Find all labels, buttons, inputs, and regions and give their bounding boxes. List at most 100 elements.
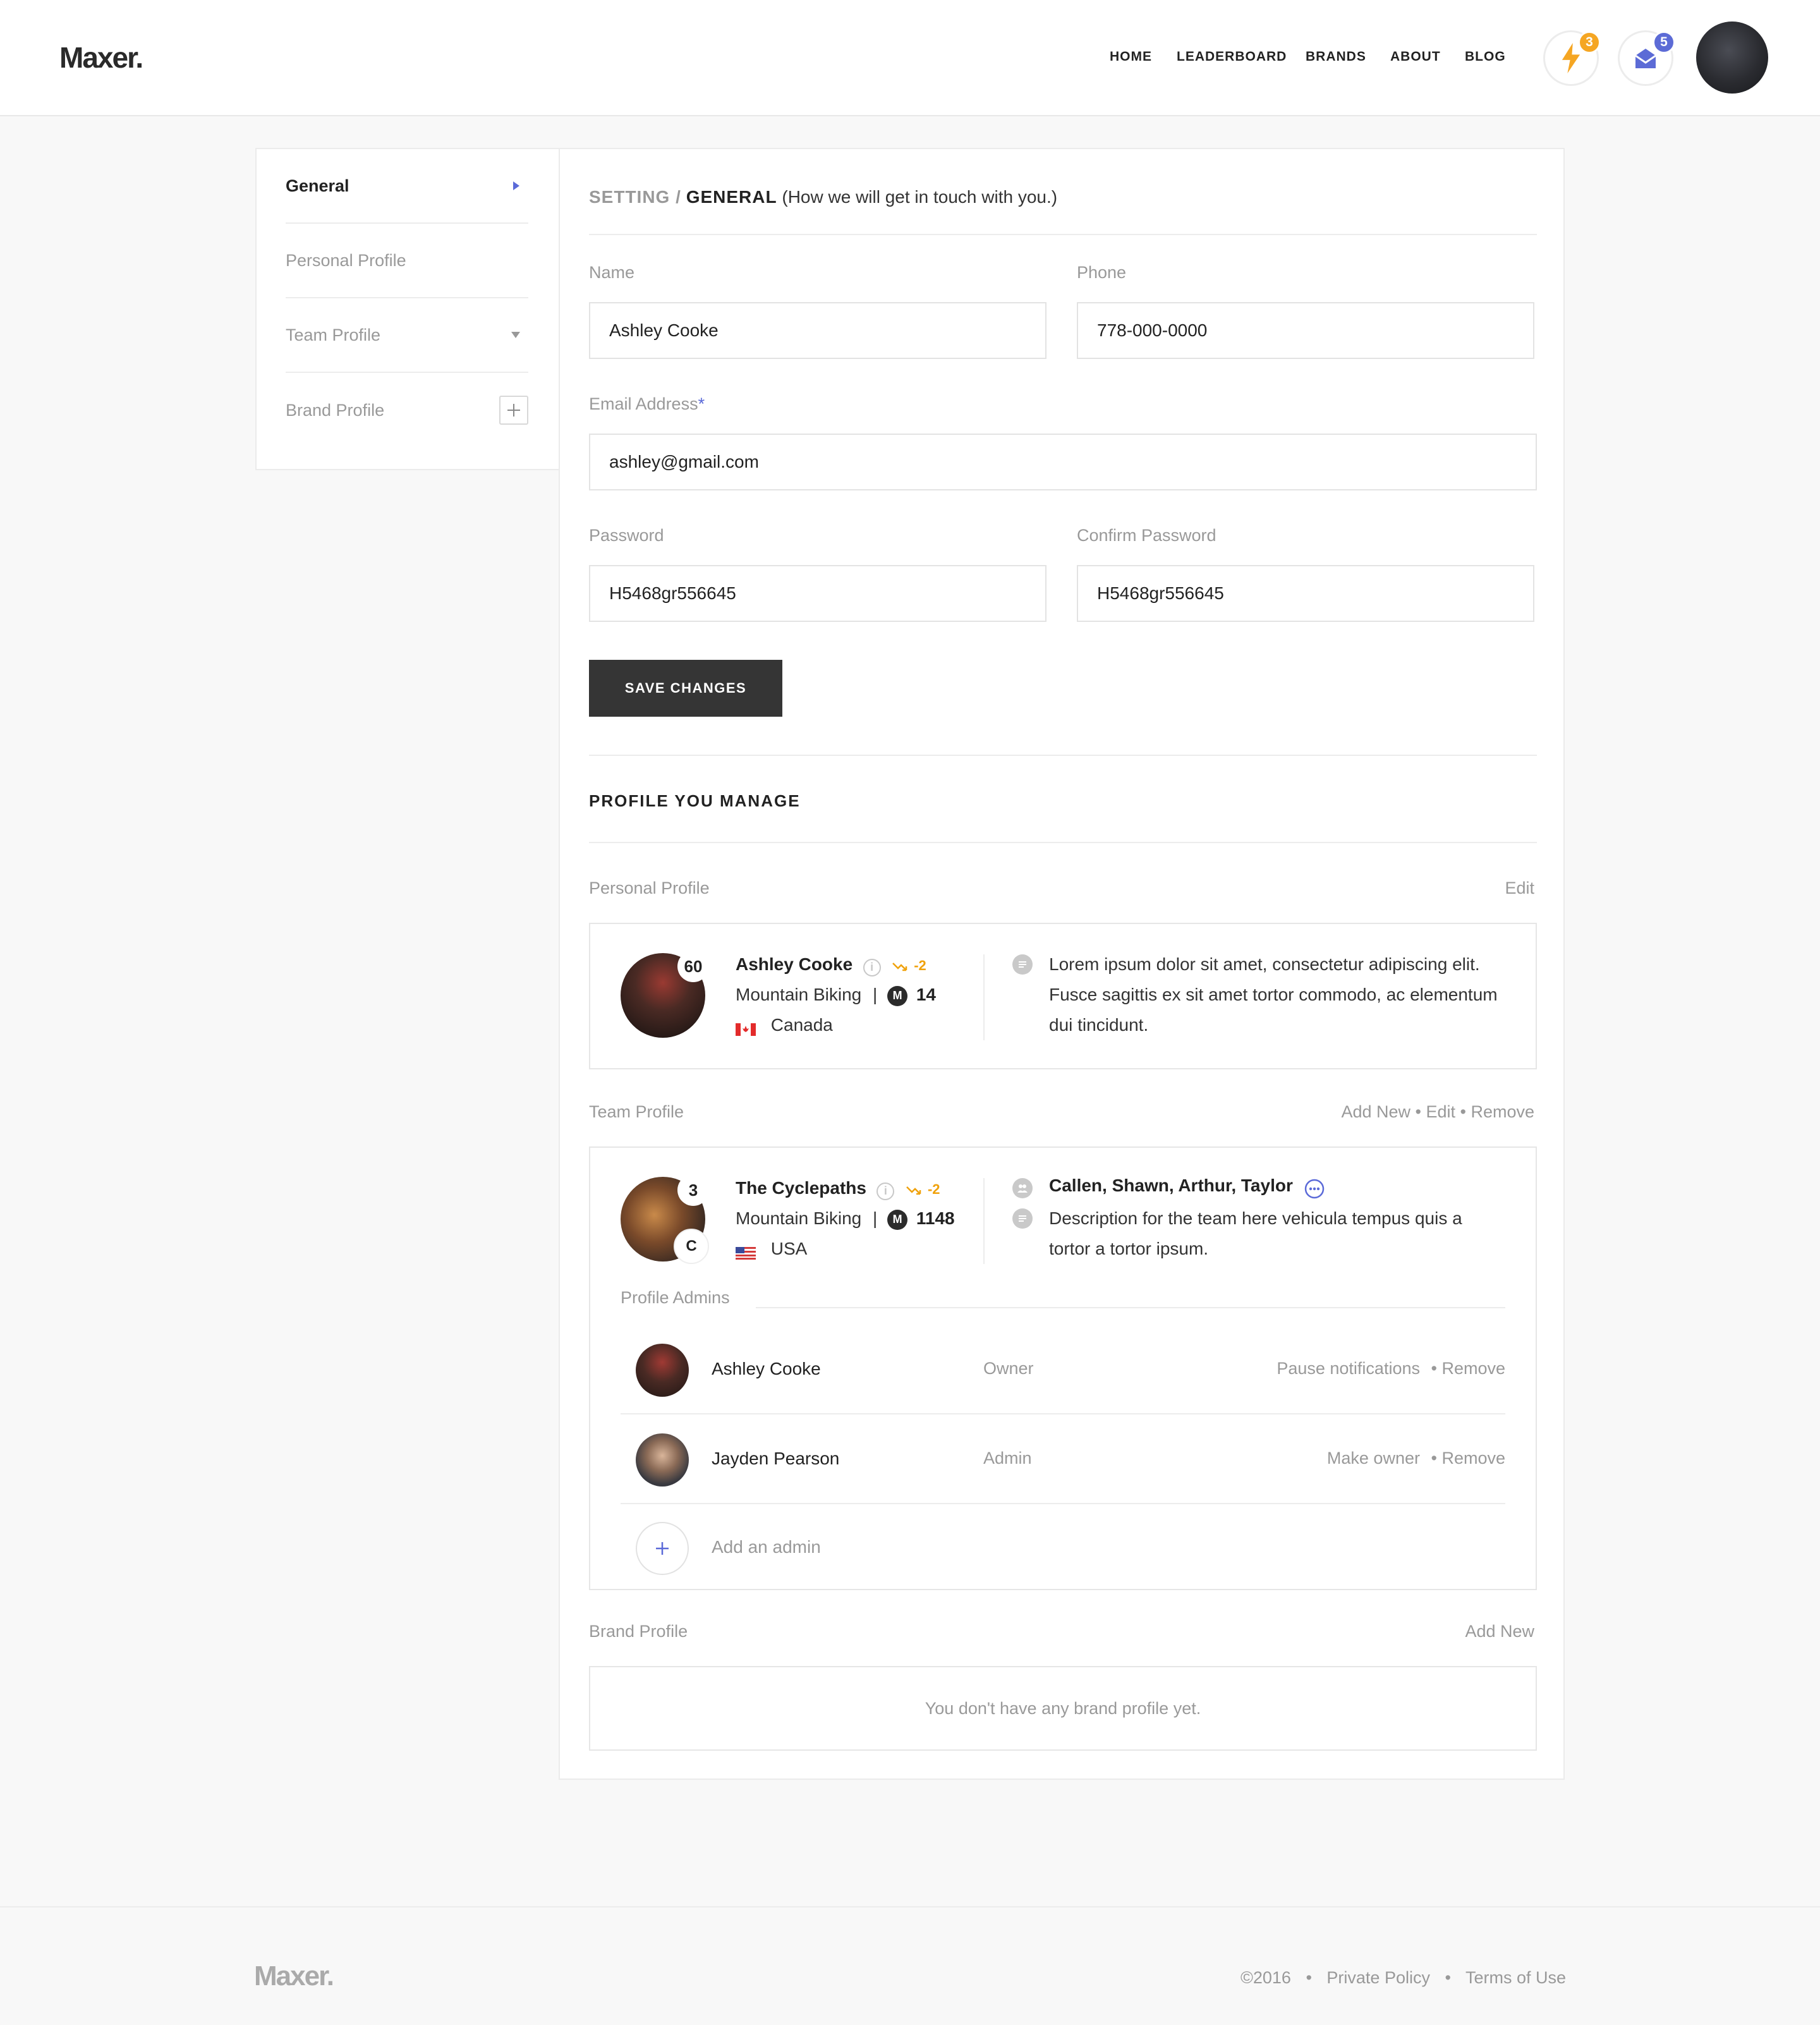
sidebar-item-team-profile[interactable]: Team Profile [286, 298, 528, 373]
rank-badge: 3 [677, 1174, 709, 1206]
plus-icon [507, 404, 520, 417]
team-country: USA [770, 1239, 808, 1258]
divider [621, 1413, 1505, 1414]
add-admin-button[interactable] [636, 1522, 689, 1575]
sidebar-item-personal-profile[interactable]: Personal Profile [286, 224, 528, 298]
breadcrumb: SETTING / GENERAL (How we will get in to… [589, 187, 1057, 207]
sidebar-item-label: General [286, 176, 349, 195]
required-mark: * [698, 394, 705, 413]
confirm-password-label: Confirm Password [1077, 526, 1216, 545]
logo[interactable]: Maxer. [59, 40, 143, 75]
edit-personal-profile-link[interactable]: Edit [1505, 879, 1534, 898]
confirm-password-input[interactable] [1077, 565, 1534, 622]
nav-leaderboard[interactable]: LEADERBOARD [1177, 49, 1287, 64]
team-brand-logo: C [674, 1229, 709, 1264]
save-changes-button[interactable]: SAVE CHANGES [589, 660, 782, 717]
trend-value: -2 [914, 958, 926, 973]
user-avatar[interactable] [1696, 21, 1768, 94]
make-owner-link[interactable]: Make owner [1327, 1449, 1420, 1468]
remove-admin-link[interactable]: • Remove [1431, 1449, 1506, 1468]
sidebar-item-general[interactable]: General [286, 149, 528, 224]
section-title: PROFILE YOU MANAGE [589, 791, 801, 810]
divider [589, 755, 1537, 756]
add-brand-profile-link[interactable]: Add New [1465, 1622, 1534, 1641]
more-members-button[interactable] [1304, 1179, 1325, 1199]
team-name[interactable]: The Cyclepaths [736, 1178, 866, 1198]
rank-badge: 60 [677, 951, 709, 982]
usa-flag-icon [736, 1244, 756, 1260]
separator: | [873, 985, 878, 1004]
team-profile-card: 3 C The Cyclepaths i -2 Mountain Biking … [589, 1146, 1537, 1590]
notifications-badge: 3 [1578, 31, 1601, 54]
bio-line: Fusce sagittis ex sit amet tortor commod… [1049, 985, 1498, 1004]
email-label: Email Address* [589, 394, 705, 414]
sidebar-item-label: Personal Profile [286, 250, 406, 270]
breadcrumb-current: GENERAL [686, 187, 777, 207]
profile-avatar[interactable]: 60 [621, 951, 709, 1038]
name-input[interactable] [589, 302, 1046, 359]
team-members: Callen, Shawn, Arthur, Taylor [1049, 1176, 1293, 1195]
team-sport: Mountain Biking [736, 1208, 862, 1228]
admin-avatar [636, 1433, 689, 1487]
breadcrumb-note: (How we will get in touch with you.) [782, 187, 1058, 207]
bio-line: dui tincidunt. [1049, 1015, 1149, 1035]
team-sport-row: Mountain Biking | M 1148 [736, 1208, 955, 1230]
description-line: Description for the team here vehicula t… [1049, 1208, 1462, 1228]
admin-row: Jayden Pearson Admin Make owner • Remove [621, 1416, 1505, 1504]
footer-logo[interactable]: Maxer. [254, 1961, 334, 1992]
phone-input[interactable] [1077, 302, 1534, 359]
add-brand-button[interactable] [499, 396, 528, 425]
email-input[interactable] [589, 434, 1537, 490]
description-line: tortor a tortor ipsum. [1049, 1239, 1209, 1258]
footer-links: ©2016 • Private Policy • Terms of Use [1241, 1968, 1566, 1988]
terms-of-use-link[interactable]: Terms of Use [1465, 1968, 1566, 1987]
add-admin-label[interactable]: Add an admin [712, 1537, 821, 1557]
team-name-row: The Cyclepaths i -2 [736, 1178, 940, 1200]
profile-name[interactable]: Ashley Cooke [736, 954, 852, 974]
admin-actions: Make owner • Remove [1327, 1449, 1505, 1468]
nav-about[interactable]: ABOUT [1390, 49, 1441, 64]
password-input[interactable] [589, 565, 1046, 622]
personal-profile-card: 60 Ashley Cooke i -2 Mountain Biking | M… [589, 923, 1537, 1069]
admin-role: Owner [983, 1359, 1034, 1378]
caret-down-icon [511, 332, 520, 338]
privacy-policy-link[interactable]: Private Policy [1326, 1968, 1430, 1987]
info-icon[interactable]: i [863, 958, 881, 976]
info-icon[interactable]: i [877, 1182, 895, 1200]
phone-label: Phone [1077, 263, 1127, 282]
pause-notifications-link[interactable]: Pause notifications [1277, 1359, 1420, 1378]
admin-role: Admin [983, 1449, 1032, 1468]
plus-icon [656, 1542, 669, 1555]
trend-down-icon [906, 1186, 921, 1195]
admin-name: Ashley Cooke [712, 1359, 821, 1378]
trend-indicator: -2 [892, 958, 926, 973]
profile-sport: Mountain Biking [736, 985, 862, 1004]
bio-line: Lorem ipsum dolor sit amet, consectetur … [1049, 954, 1480, 974]
profile-sport-row: Mountain Biking | M 14 [736, 985, 936, 1006]
nav-home[interactable]: HOME [1110, 49, 1152, 64]
brand-profile-empty-card: You don't have any brand profile yet. [589, 1666, 1537, 1751]
sidebar-item-brand-profile[interactable]: Brand Profile [286, 373, 528, 447]
envelope-open-icon [1635, 49, 1656, 68]
sidebar-item-label: Brand Profile [286, 400, 385, 420]
maxer-score-icon: M [887, 985, 908, 1006]
brand-profile-label: Brand Profile [589, 1622, 688, 1641]
nav-brands[interactable]: BRANDS [1306, 49, 1366, 64]
breadcrumb-root[interactable]: SETTING / [589, 187, 681, 207]
maxer-score-icon: M [887, 1209, 908, 1230]
team-avatar[interactable]: 3 C [621, 1174, 709, 1264]
maxer-score: 14 [916, 985, 937, 1004]
profile-name-row: Ashley Cooke i -2 [736, 954, 926, 976]
nav-blog[interactable]: BLOG [1465, 49, 1506, 64]
top-header: Maxer. HOME LEADERBOARD BRANDS ABOUT BLO… [0, 0, 1820, 116]
remove-admin-link[interactable]: • Remove [1431, 1359, 1506, 1378]
profile-country: Canada [770, 1015, 833, 1035]
team-profile-actions[interactable]: Add New • Edit • Remove [1341, 1102, 1534, 1122]
messages-button[interactable]: 5 [1618, 30, 1675, 86]
notifications-button[interactable]: 3 [1543, 30, 1601, 86]
admin-row: Ashley Cooke Owner Pause notifications •… [621, 1326, 1505, 1414]
divider [983, 1178, 985, 1264]
add-admin-row[interactable]: Add an admin [621, 1504, 1505, 1593]
copyright: ©2016 [1240, 1968, 1291, 1987]
team-members-row: Callen, Shawn, Arthur, Taylor [1049, 1176, 1325, 1199]
